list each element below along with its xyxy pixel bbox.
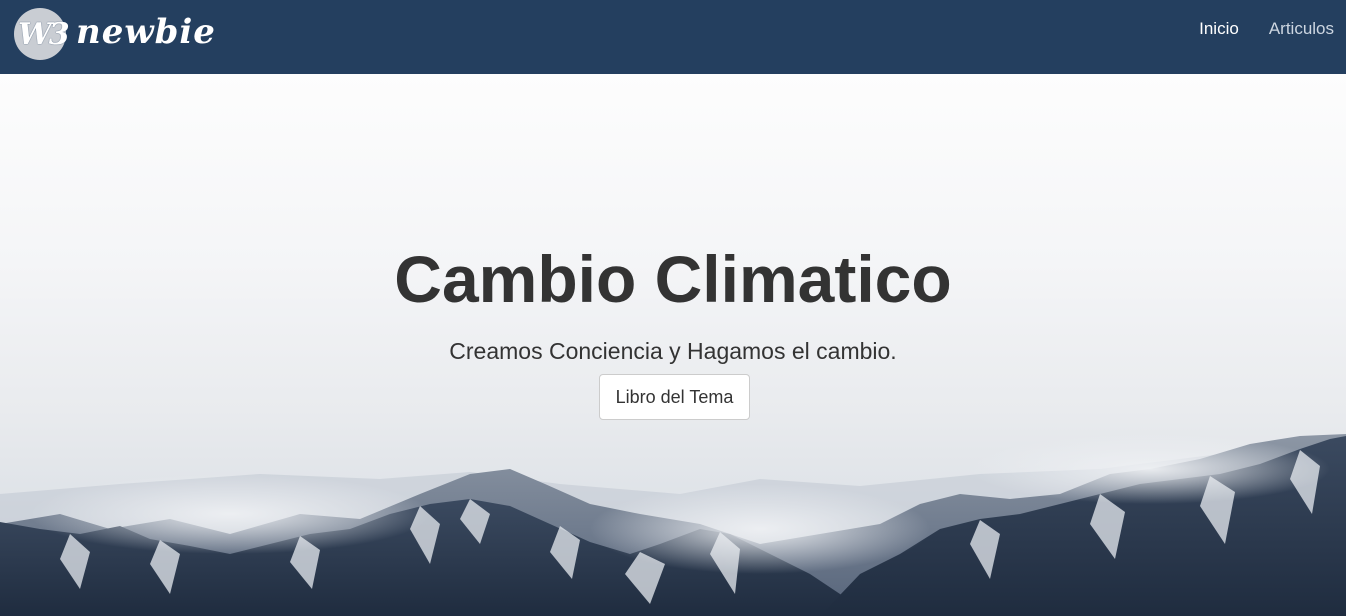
nav-link-inicio[interactable]: Inicio [1199,19,1239,39]
libro-del-tema-button[interactable]: Libro del Tema [599,374,750,420]
fog-bank [590,484,930,574]
hero-subtitle: Creamos Conciencia y Hagamos el cambio. [449,338,897,364]
logo-circle-icon: W3 [14,8,70,60]
nav-link-articulos[interactable]: Articulos [1269,19,1334,39]
logo-mark: W3 [18,17,70,52]
hero-section: Cambio Climatico Creamos Conciencia y Ha… [0,74,1346,616]
top-navbar: W3 newbie Inicio Articulos [0,0,1346,74]
brand-name: newbie [76,12,216,52]
hero-title: Cambio Climatico [394,242,952,316]
brand-logo[interactable]: W3 newbie [14,6,216,62]
fog-bank [970,434,1330,504]
fog-bank [30,474,430,554]
nav-links: Inicio Articulos [1199,0,1334,58]
